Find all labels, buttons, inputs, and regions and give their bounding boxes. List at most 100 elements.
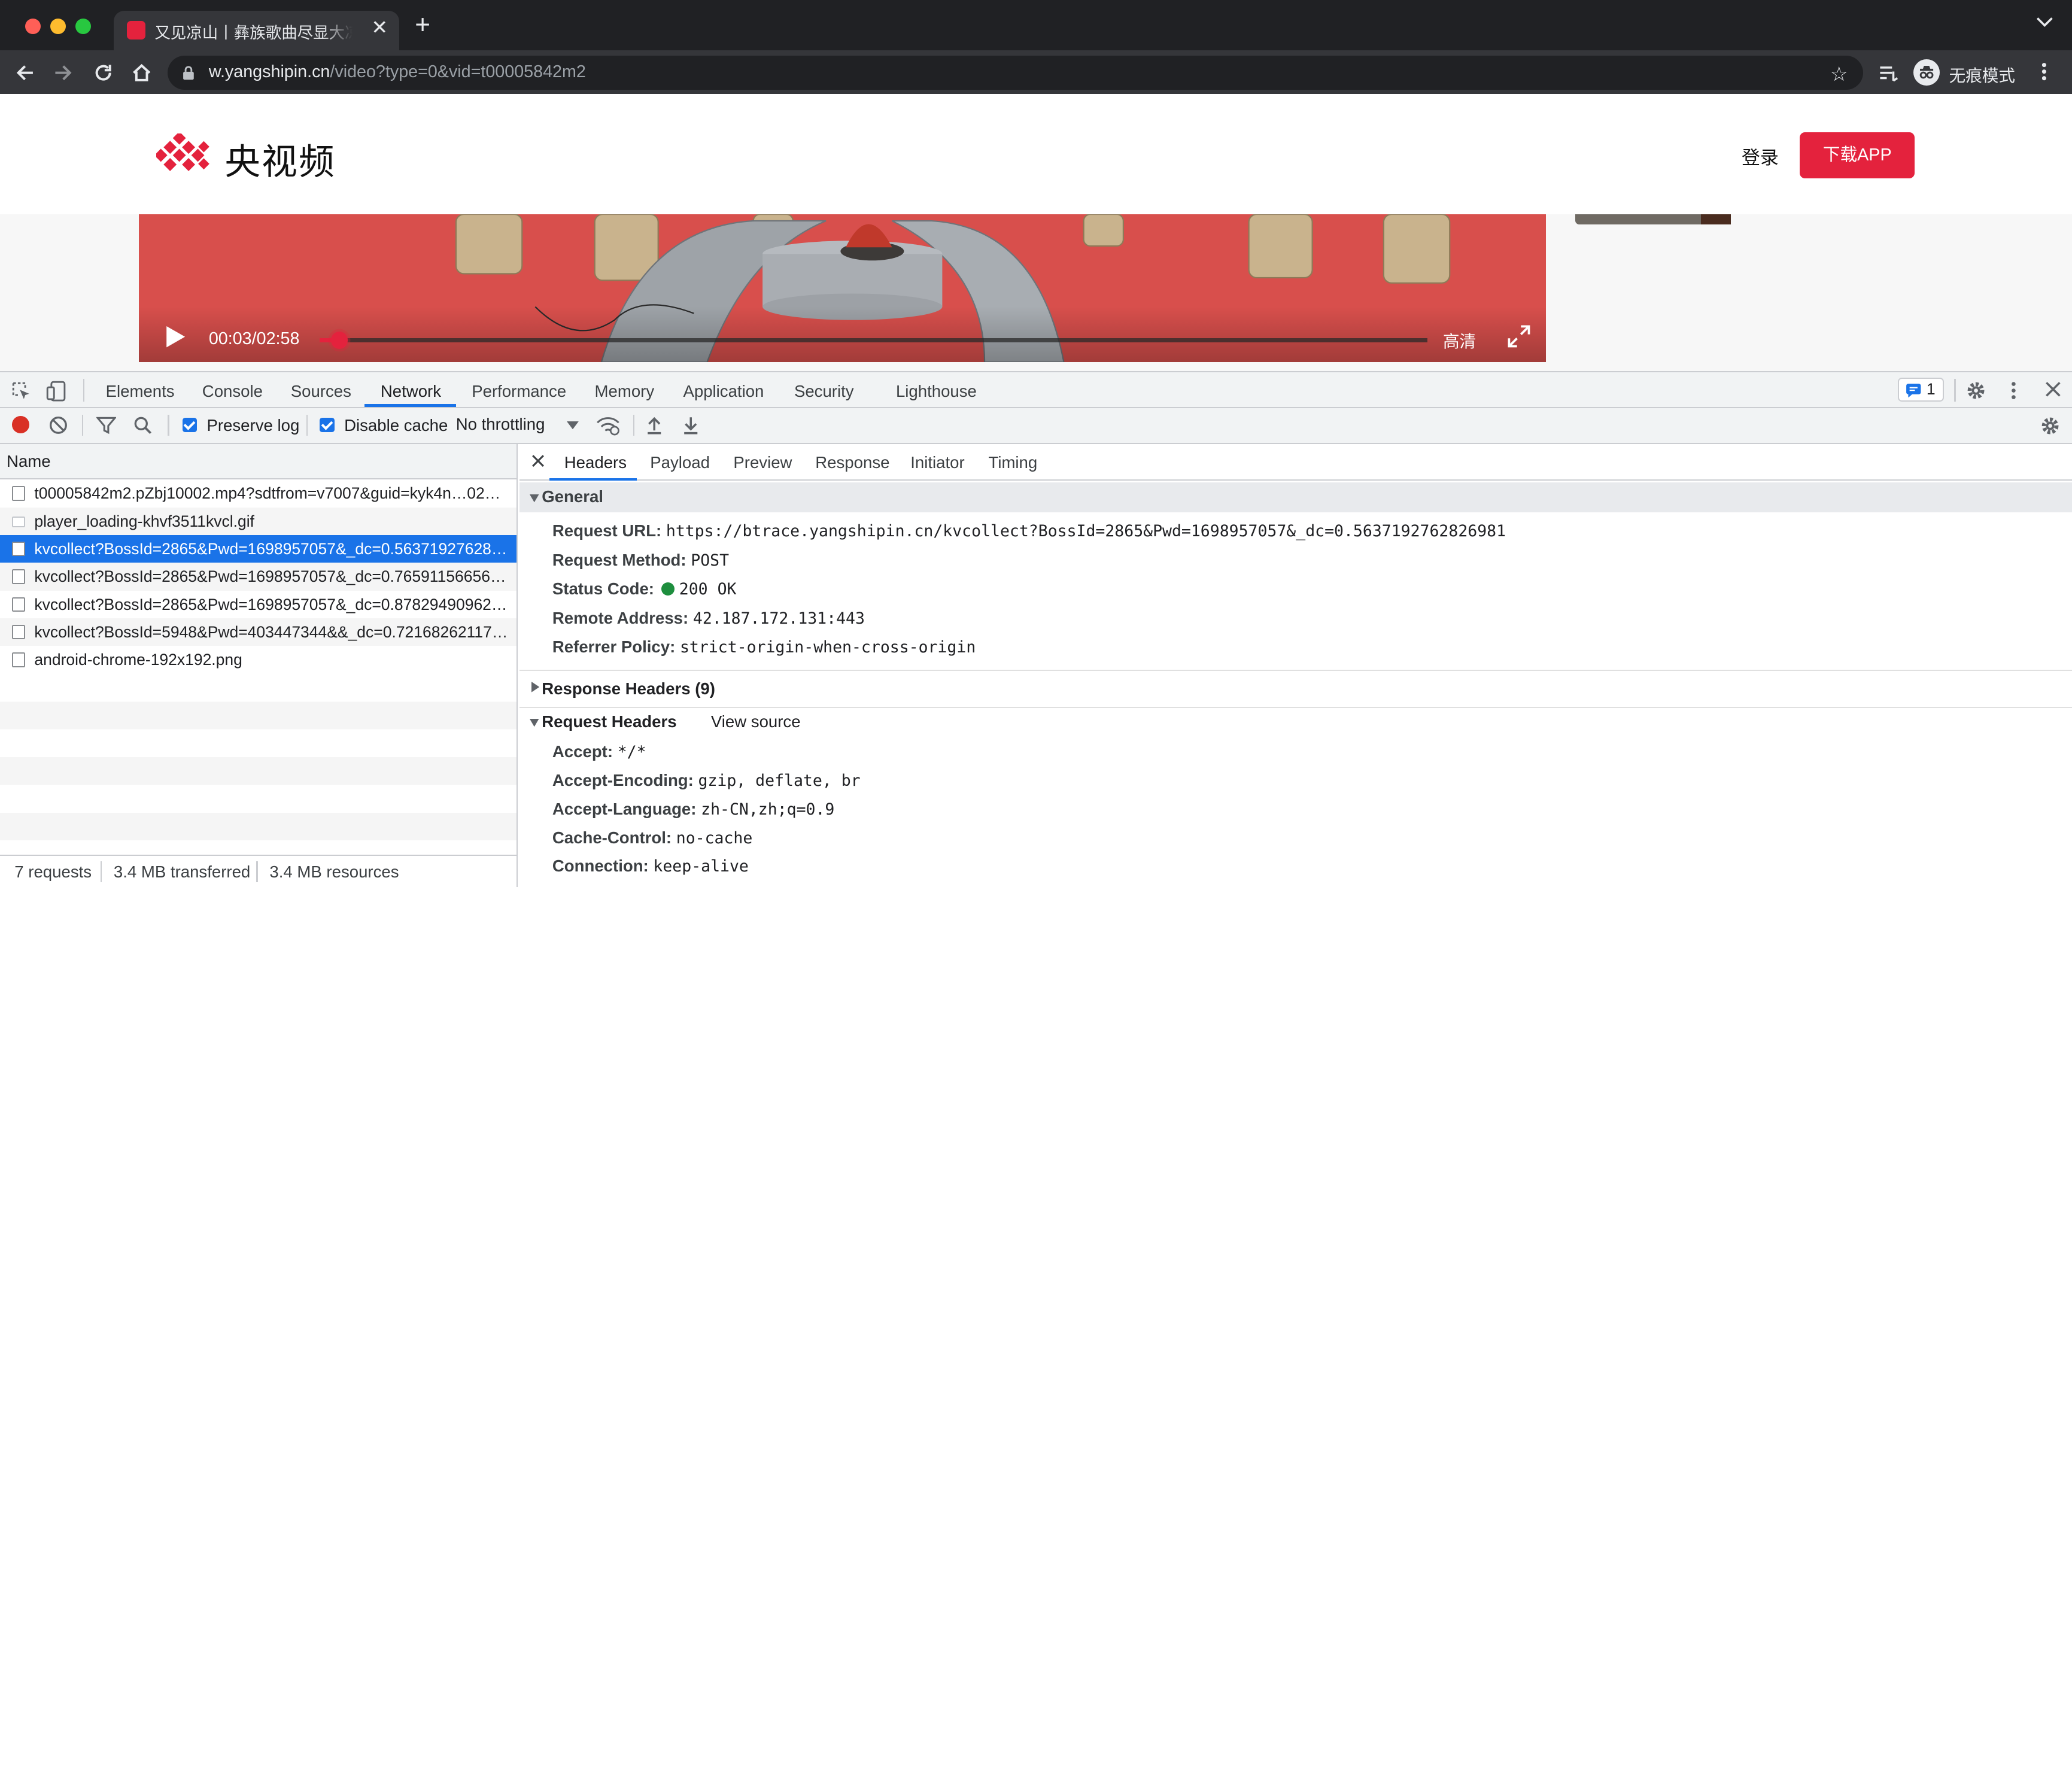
network-settings-gear-icon[interactable] — [2040, 416, 2060, 436]
general-section-header[interactable]: General — [519, 482, 2072, 513]
referrer-policy-row: Referrer Policy: strict-origin-when-cros… — [552, 633, 976, 663]
tab-elements[interactable]: Elements — [106, 382, 175, 401]
thumbnail-image — [1700, 214, 1731, 225]
export-har-icon[interactable] — [683, 416, 698, 435]
request-name: player_loading-khvf3511kvcl.gif — [34, 512, 254, 530]
request-url-row: Request URL: https://btrace.yangshipin.c… — [552, 517, 1506, 546]
request-headers-section-header[interactable]: Request Headers View source — [519, 708, 2072, 737]
tab-memory[interactable]: Memory — [595, 382, 655, 401]
tab-response[interactable]: Response — [815, 453, 889, 472]
filter-icon[interactable] — [96, 416, 117, 435]
browser-menu-icon[interactable] — [2041, 61, 2047, 82]
request-header-value: keep-alive — [653, 857, 749, 876]
close-detail-icon[interactable] — [531, 454, 545, 467]
progress-track[interactable] — [320, 332, 1427, 349]
url-host: w.yangshipin.cn — [208, 62, 330, 81]
lock-icon — [183, 66, 195, 80]
network-conditions-icon[interactable] — [596, 415, 620, 436]
incognito-chip[interactable]: 无痕模式 — [1911, 56, 2025, 90]
settings-gear-icon[interactable] — [1966, 381, 1986, 400]
devtools-tab-bar: Elements Console Sources Network Perform… — [0, 372, 2072, 409]
request-row[interactable]: player_loading-khvf3511kvcl.gif — [0, 507, 517, 535]
tab-headers[interactable]: Headers — [564, 453, 627, 472]
minimize-window-icon[interactable] — [50, 18, 66, 35]
tab-security[interactable]: Security — [794, 382, 854, 401]
issues-badge[interactable]: 1 — [1897, 378, 1944, 402]
recommended-thumbnail[interactable] — [1575, 214, 1731, 225]
browser-tab[interactable]: 又见凉山丨彝族歌曲尽显大凉山之美 ✕ — [113, 10, 399, 50]
progress-knob[interactable] — [330, 332, 348, 349]
tab-sources[interactable]: Sources — [291, 382, 351, 401]
clear-icon[interactable] — [49, 416, 68, 435]
address-bar[interactable]: w.yangshipin.cn/video?type=0&vid=t000058… — [168, 55, 1864, 90]
name-column-header[interactable]: Name — [0, 444, 517, 480]
response-headers-section-header[interactable]: Response Headers (9) — [519, 674, 2072, 703]
close-tab-icon[interactable]: ✕ — [371, 16, 388, 40]
tab-payload[interactable]: Payload — [650, 453, 710, 472]
image-file-icon — [11, 517, 25, 527]
document-file-icon — [11, 542, 25, 557]
issues-message-icon — [1906, 383, 1921, 398]
remote-address-row: Remote Address: 42.187.172.131:443 — [552, 604, 865, 634]
record-icon[interactable] — [11, 416, 29, 433]
download-app-button[interactable]: 下载APP — [1800, 132, 1915, 179]
logo-text[interactable]: 央视频 — [224, 133, 335, 185]
quality-button[interactable]: 高清 — [1443, 328, 1476, 352]
request-row[interactable]: kvcollect?BossId=2865&Pwd=1698957057&_dc… — [0, 591, 517, 618]
request-url-label: Request URL: — [552, 521, 662, 540]
active-detail-tab-indicator — [549, 478, 637, 481]
request-row[interactable]: kvcollect?BossId=5948&Pwd=403447344&&_dc… — [0, 618, 517, 646]
close-window-icon[interactable] — [25, 18, 41, 35]
more-options-icon[interactable] — [2011, 381, 2016, 400]
disable-cache-label: Disable cache — [344, 416, 448, 435]
play-icon[interactable] — [165, 326, 186, 348]
devtools-panel: Elements Console Sources Network Perform… — [0, 371, 2072, 887]
tab-search-icon[interactable] — [2036, 16, 2053, 29]
logo-icon[interactable] — [156, 133, 212, 176]
preserve-log-checkbox[interactable]: Preserve log — [182, 416, 299, 435]
import-har-icon[interactable] — [646, 416, 662, 435]
new-tab-icon[interactable]: + — [415, 11, 430, 38]
tab-application[interactable]: Application — [683, 382, 764, 401]
bookmark-star-icon[interactable]: ☆ — [1830, 62, 1848, 86]
maximize-window-icon[interactable] — [75, 18, 92, 35]
tab-performance[interactable]: Performance — [472, 382, 566, 401]
view-source-link[interactable]: View source — [711, 712, 801, 731]
status-code-value: 200 OK — [679, 580, 737, 599]
home-icon[interactable] — [131, 62, 152, 83]
request-row[interactable]: android-chrome-192x192.png — [0, 646, 517, 673]
tab-console[interactable]: Console — [202, 382, 263, 401]
tab-preview[interactable]: Preview — [733, 453, 792, 472]
video-player[interactable]: 00:03/02:58 高清 — [138, 214, 1547, 362]
summary-requests: 7 requests — [14, 862, 92, 882]
request-header-name: Cache-Control: — [552, 828, 672, 847]
detail-tab-bar: Headers Payload Preview Response Initiat… — [519, 444, 2072, 481]
request-header-name: Accept: — [552, 742, 613, 761]
request-name: android-chrome-192x192.png — [34, 651, 242, 669]
url-path: /video?type=0&vid=t00005842m2 — [330, 62, 586, 81]
login-link[interactable]: 登录 — [1742, 142, 1779, 169]
request-list: Name t00005842m2.pZbj10002.mp4?sdtfrom=v… — [0, 444, 518, 887]
web-page: 央视频 登录 下载APP 00:03/02:58 高清 — [0, 93, 2072, 372]
fullscreen-icon[interactable] — [1506, 324, 1532, 349]
tab-timing[interactable]: Timing — [989, 453, 1038, 472]
close-devtools-icon[interactable] — [2044, 381, 2062, 398]
browser-toolbar: w.yangshipin.cn/video?type=0&vid=t000058… — [0, 50, 2072, 94]
throttling-select[interactable]: No throttling — [456, 415, 582, 438]
reading-list-icon[interactable] — [1877, 62, 1898, 83]
tab-network[interactable]: Network — [381, 382, 441, 401]
tab-initiator[interactable]: Initiator — [910, 453, 964, 472]
forward-icon[interactable] — [53, 62, 74, 83]
disable-cache-checkbox[interactable]: Disable cache — [320, 416, 448, 435]
tab-lighthouse[interactable]: Lighthouse — [896, 382, 977, 401]
search-icon[interactable] — [133, 416, 152, 435]
request-header-name: Accept-Language: — [552, 799, 697, 818]
inspect-element-icon[interactable] — [12, 382, 31, 400]
request-row[interactable]: kvcollect?BossId=2865&Pwd=1698957057&_dc… — [0, 563, 517, 591]
request-row[interactable]: kvcollect?BossId=2865&Pwd=1698957057&_dc… — [0, 534, 517, 563]
back-icon[interactable] — [14, 62, 35, 83]
device-toolbar-icon[interactable] — [46, 381, 67, 402]
request-method-value: POST — [691, 551, 730, 570]
reload-icon[interactable] — [93, 62, 114, 83]
request-row[interactable]: t00005842m2.pZbj10002.mp4?sdtfrom=v7007&… — [0, 479, 517, 507]
